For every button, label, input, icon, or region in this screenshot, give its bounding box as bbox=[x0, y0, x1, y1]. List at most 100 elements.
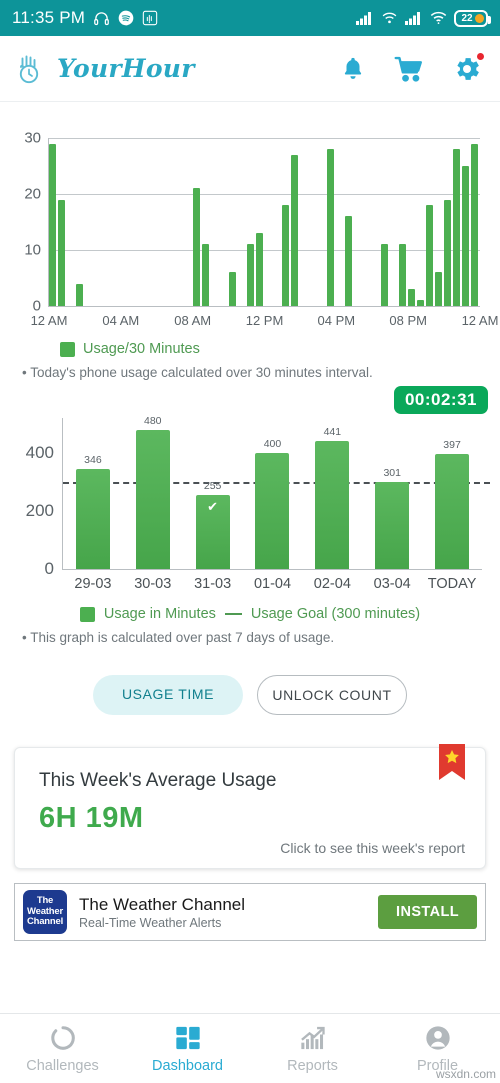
y-axis-tick: 0 bbox=[32, 297, 41, 315]
x-axis-tick: 04 PM bbox=[317, 313, 356, 328]
ad-banner[interactable]: The Weather Channel The Weather Channel … bbox=[14, 883, 486, 941]
x-axis-tick: 12 AM bbox=[30, 313, 68, 328]
bar bbox=[375, 481, 410, 569]
x-axis-tick: 02-04 bbox=[313, 576, 351, 592]
bar bbox=[57, 199, 65, 306]
bar bbox=[255, 233, 263, 306]
wifi-icon bbox=[430, 11, 447, 25]
battery-level: 22 bbox=[461, 12, 473, 24]
bar bbox=[435, 272, 443, 306]
bar bbox=[345, 216, 353, 306]
bottom-navigation: Challenges Dashboard Reports Profile bbox=[0, 1013, 500, 1083]
bar bbox=[315, 440, 350, 569]
y-axis-tick: 30 bbox=[24, 129, 41, 147]
legend-swatch bbox=[60, 341, 75, 357]
bar bbox=[75, 468, 110, 569]
settings-button[interactable] bbox=[452, 51, 485, 84]
dashboard-content: 0 10 20 30 12 AM 04 AM 08 AM 12 PM 04 PM 08 PM 12 … bbox=[0, 126, 500, 941]
gridline bbox=[49, 194, 480, 195]
x-axis-tick: 12 AM bbox=[461, 313, 499, 328]
wifi-calling-icon bbox=[381, 11, 398, 25]
bar bbox=[246, 244, 254, 306]
bar bbox=[417, 300, 425, 306]
nav-item-reports[interactable]: Reports bbox=[250, 1024, 375, 1074]
status-bar-left: 11:35 PM bbox=[12, 8, 158, 28]
x-axis-tick: 12 PM bbox=[245, 313, 284, 328]
app-bar: YourHour bbox=[0, 36, 500, 102]
bar-column: 441 02-04 bbox=[302, 418, 362, 592]
cart-icon bbox=[394, 55, 424, 83]
x-axis-tick: 08 PM bbox=[389, 313, 427, 328]
bar bbox=[255, 452, 290, 569]
y-axis-tick: 0 bbox=[44, 559, 54, 578]
nav-item-dashboard[interactable]: Dashboard bbox=[125, 1024, 250, 1074]
ad-logo-line1: The bbox=[36, 894, 54, 906]
ad-logo: The Weather Channel bbox=[23, 890, 67, 934]
app-badge-icon bbox=[142, 10, 158, 26]
x-axis-tick: 08 AM bbox=[174, 313, 212, 328]
chart2-legend: Usage in Minutes Usage Goal (300 minutes… bbox=[0, 606, 500, 622]
bar bbox=[201, 244, 209, 306]
legend-goal-line bbox=[224, 613, 242, 615]
x-axis-tick: 04 AM bbox=[102, 313, 140, 328]
bar bbox=[135, 429, 170, 569]
y-axis-tick: 400 bbox=[25, 442, 54, 462]
app-bar-actions bbox=[340, 51, 485, 84]
ring-progress-icon bbox=[49, 1024, 77, 1052]
bar-column: 480 30-03 bbox=[123, 415, 183, 592]
x-axis-tick: 01-04 bbox=[253, 576, 292, 592]
y-axis-tick: 200 bbox=[25, 500, 54, 520]
y-axis-tick: 20 bbox=[24, 185, 41, 203]
x-axis-tick: 31-03 bbox=[194, 576, 232, 592]
notifications-bell-button[interactable] bbox=[340, 55, 366, 82]
bar-column: 400 01-04 bbox=[243, 418, 303, 592]
bar bbox=[471, 143, 479, 306]
weekly-average-card[interactable]: This Week's Average Usage 6H 19M Click t… bbox=[14, 744, 486, 869]
x-axis-tick: TODAY bbox=[427, 576, 477, 592]
weekly-average-value: 6H 19M bbox=[39, 802, 144, 834]
headphones-icon bbox=[93, 10, 110, 27]
star-ribbon-icon bbox=[439, 744, 465, 780]
bar-value-label: 441 bbox=[323, 425, 342, 438]
spotify-icon bbox=[118, 10, 134, 26]
today-usage-plot-area: 0 10 20 30 12 AM 04 AM 08 AM 12 PM 04 PM 08 PM 12 … bbox=[24, 130, 498, 329]
weekly-usage-chart: 0 200 400 346 29-03 480 30-03 255 ✔ 31-03 400 01-04… bbox=[10, 396, 490, 596]
x-axis-tick: 03-04 bbox=[373, 576, 411, 592]
x-axis-tick: 29-03 bbox=[74, 576, 112, 592]
bar-chart-arrow-icon bbox=[299, 1024, 327, 1052]
ad-install-button[interactable]: INSTALL bbox=[378, 895, 477, 929]
tab-usage-time[interactable]: USAGE TIME bbox=[93, 675, 243, 715]
bar bbox=[453, 149, 461, 306]
grid-dashboard-icon bbox=[174, 1024, 202, 1052]
bar bbox=[381, 244, 389, 306]
watermark: wsxdn.com bbox=[435, 1067, 496, 1081]
goal-met-check-icon: ✔ bbox=[207, 498, 219, 514]
bar bbox=[426, 205, 434, 306]
bar bbox=[462, 166, 470, 306]
status-bar-right: 22 bbox=[356, 9, 491, 27]
gridline bbox=[49, 138, 480, 139]
bar-value-label: 397 bbox=[443, 438, 461, 451]
weekly-report-link[interactable]: Click to see this week's report bbox=[280, 840, 465, 856]
shop-cart-button[interactable] bbox=[394, 55, 424, 83]
nav-item-challenges[interactable]: Challenges bbox=[0, 1024, 125, 1074]
legend-label-usage: Usage in Minutes bbox=[103, 606, 216, 622]
tab-unlock-count[interactable]: UNLOCK COUNT bbox=[257, 675, 407, 715]
metric-toggle-group: USAGE TIME UNLOCK COUNT bbox=[0, 675, 500, 715]
signal-icon bbox=[356, 11, 374, 25]
nav-item-profile[interactable]: Profile bbox=[375, 1024, 500, 1074]
bar-column: 301 03-04 bbox=[362, 418, 422, 592]
chart2-note: • This graph is calculated over past 7 d… bbox=[22, 630, 335, 645]
settings-notification-dot bbox=[476, 51, 485, 61]
legend-label-goal: Usage Goal (300 minutes) bbox=[250, 606, 421, 622]
chart1-note: • Today's phone usage calculated over 30… bbox=[22, 365, 373, 380]
bar bbox=[49, 143, 56, 306]
person-circle-icon bbox=[424, 1024, 452, 1052]
bar bbox=[435, 453, 470, 569]
bell-icon bbox=[340, 55, 366, 82]
bar bbox=[282, 205, 290, 306]
today-usage-chart: 0 10 20 30 12 AM 04 AM 08 AM 12 PM 04 PM 08 PM 12 … bbox=[10, 126, 498, 331]
bar bbox=[228, 272, 236, 306]
bar-value-label: 400 bbox=[263, 437, 282, 450]
bar bbox=[192, 188, 200, 306]
